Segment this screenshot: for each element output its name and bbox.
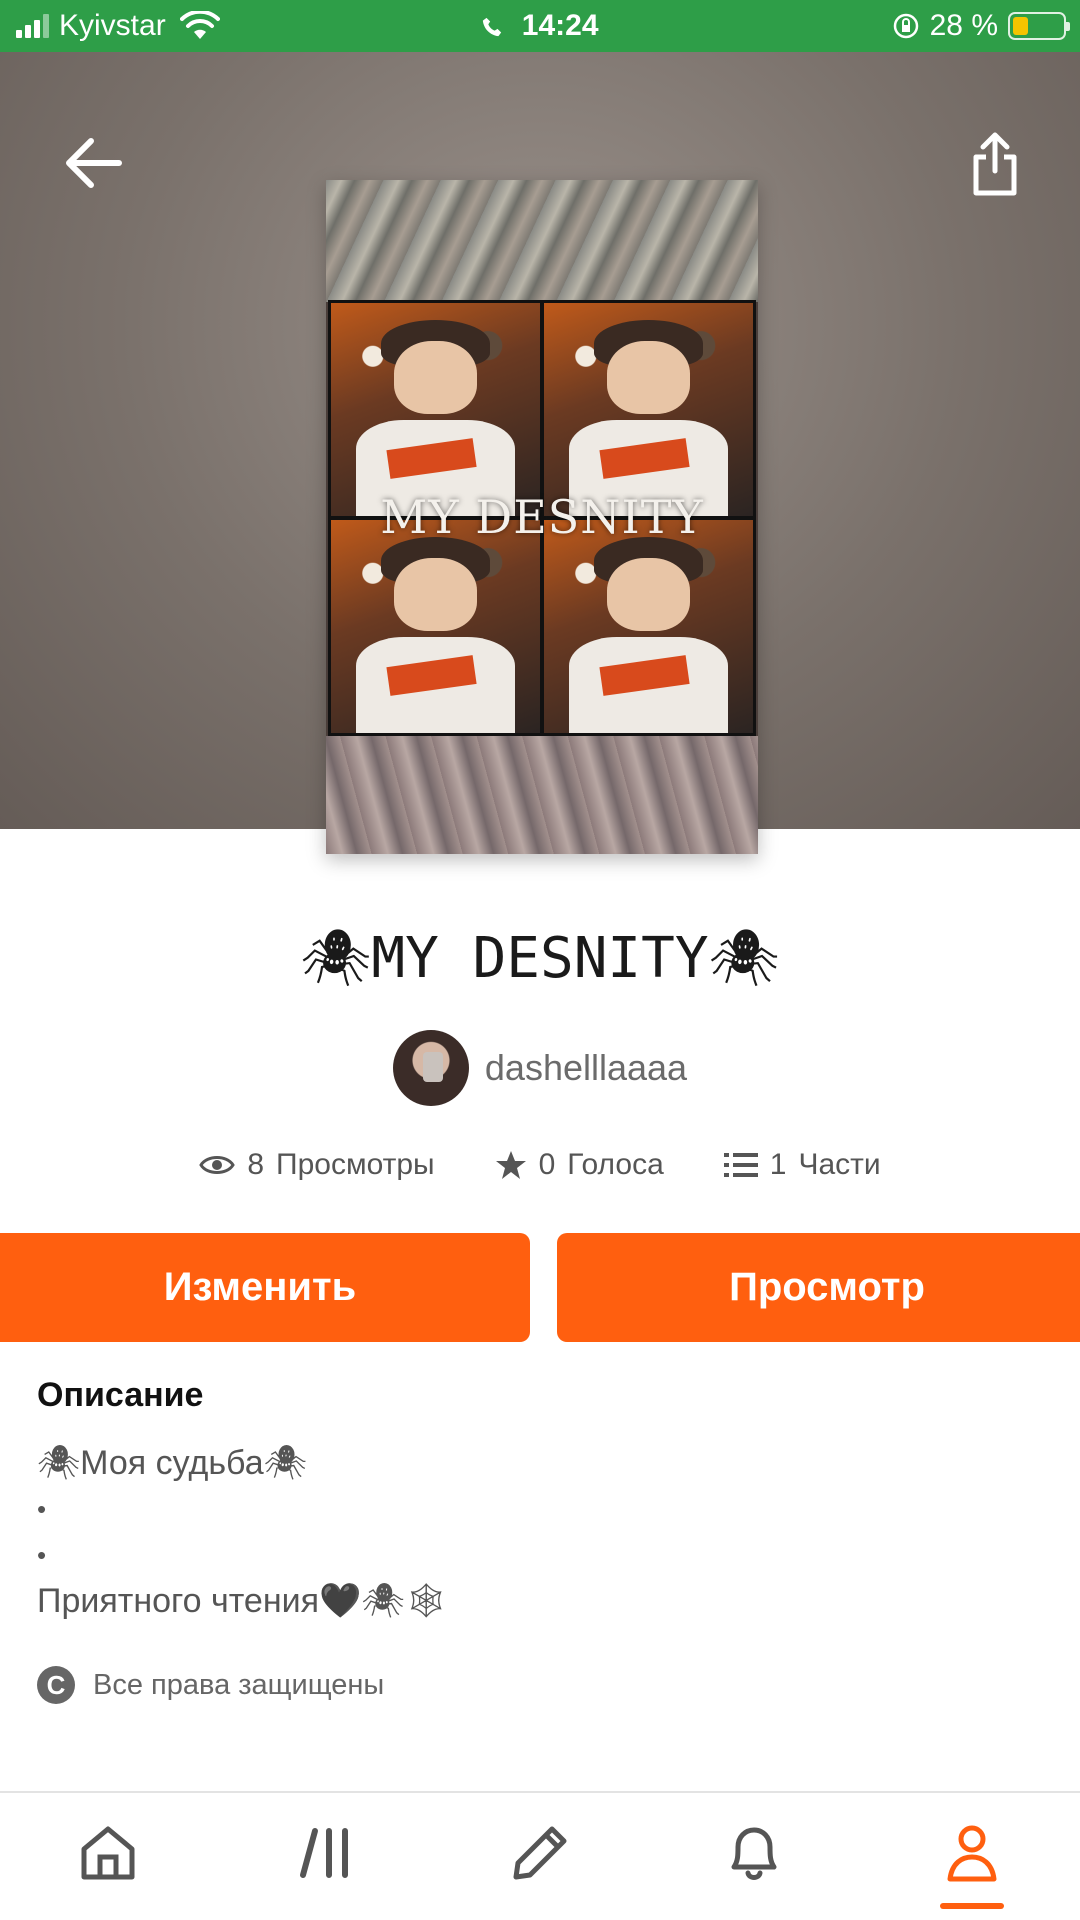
story-cover-image[interactable]: MY DESNITY [326,180,758,854]
avatar[interactable] [392,1030,469,1106]
cover-title-text: MY DESNITY [380,490,704,544]
copyright-icon: C [37,1666,75,1704]
votes-stat: 0 Голоса [495,1148,664,1182]
write-icon [513,1826,567,1880]
nav-notifications[interactable] [714,1815,794,1891]
eye-icon [199,1156,236,1174]
star-icon [495,1151,526,1179]
description-heading: Описание [37,1376,204,1414]
description-line: Приятного чтения🖤🕷🕸 [37,1582,448,1620]
nav-profile[interactable] [932,1815,1012,1909]
notifications-icon [731,1827,777,1880]
share-button[interactable] [962,126,1028,202]
library-icon [300,1828,348,1878]
description-line: • [37,1494,47,1524]
description-line: • [37,1540,47,1570]
nav-library[interactable] [287,1815,367,1891]
author-name[interactable]: dashelllaaaa [485,1047,687,1089]
bottom-navigation [0,1791,1080,1920]
phone-icon [483,17,502,37]
votes-count: 0 [538,1148,556,1181]
parts-stat: 1 Части [723,1148,881,1182]
views-count: 8 [247,1148,265,1181]
battery-icon [1008,12,1070,40]
home-icon [81,1826,135,1880]
arrow-left-icon [66,138,122,188]
description-text: 🕷Моя судьба🕷 • • Приятного чтения🖤🕷🕸 [37,1440,448,1624]
copyright-notice: C Все права защищены [37,1666,384,1704]
preview-button[interactable]: Просмотр [557,1233,1080,1342]
nav-write[interactable] [500,1815,580,1891]
edit-button[interactable]: Изменить [0,1233,530,1342]
battery-percent: 28 % [929,9,998,42]
parts-label: Части [798,1148,881,1181]
views-label: Просмотры [276,1148,435,1181]
status-bar: Kyivstar 14:24 28 % [0,0,1080,52]
description-line: 🕷Моя судьба🕷 [37,1444,307,1482]
parts-count: 1 [769,1148,787,1181]
back-button[interactable] [60,130,126,196]
profile-icon [947,1825,997,1882]
nav-home[interactable] [68,1815,148,1891]
story-title: 🕷MY DESNITY🕷 [300,926,780,991]
clock: 14:24 [521,9,599,42]
author-link[interactable]: dashelllaaaa [0,1030,1080,1106]
share-icon [973,132,1017,196]
votes-label: Голоса [567,1148,664,1181]
copyright-text: Все права защищены [93,1668,385,1701]
story-stats: 8 Просмотры 0 Голоса 1 Части [0,1148,1080,1182]
views-stat: 8 Просмотры [199,1148,435,1182]
rotation-lock-icon [893,13,918,39]
list-icon [723,1153,758,1177]
